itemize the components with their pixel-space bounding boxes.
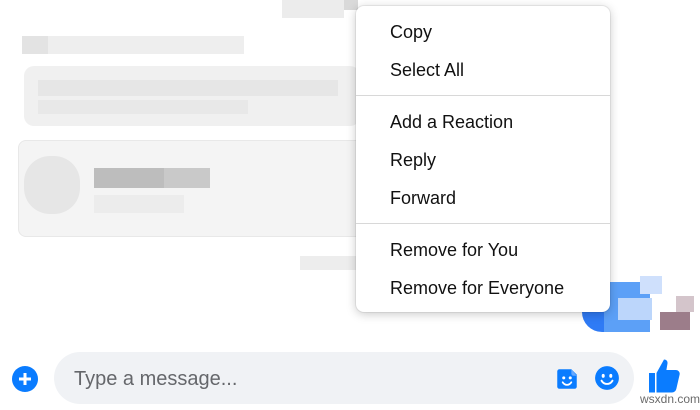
blurred-card-title-detail (94, 168, 164, 188)
blurred-message-bubble (24, 66, 360, 126)
own-message-bubble-blur (618, 298, 652, 320)
plus-circle-icon[interactable] (12, 366, 38, 392)
menu-item-reply[interactable]: Reply (356, 142, 610, 178)
blurred-read-receipt (676, 296, 694, 312)
message-context-menu: Copy Select All Add a Reaction Reply For… (356, 6, 610, 312)
menu-item-copy[interactable]: Copy (356, 14, 610, 50)
thumbs-up-icon[interactable] (646, 356, 682, 396)
watermark-text: wsxdn.com (640, 392, 700, 406)
menu-item-select-all[interactable]: Select All (356, 52, 610, 88)
blurred-sender-name (22, 36, 244, 54)
blurred-card-avatar (24, 156, 80, 214)
blurred-sender-name-detail (22, 36, 48, 54)
blurred-message-text (38, 80, 338, 96)
blurred-card-subtitle (94, 195, 184, 213)
menu-separator (356, 223, 610, 224)
blurred-message-text (38, 100, 248, 114)
emoji-icon[interactable] (594, 365, 620, 391)
menu-item-forward[interactable]: Forward (356, 180, 610, 216)
menu-item-remove-for-you[interactable]: Remove for You (356, 232, 610, 268)
message-input[interactable] (72, 352, 546, 406)
blurred-timestamp (282, 0, 344, 18)
menu-separator (356, 95, 610, 96)
menu-item-add-reaction[interactable]: Add a Reaction (356, 104, 610, 140)
sticker-icon[interactable] (554, 366, 580, 392)
message-composer (54, 352, 634, 406)
menu-item-remove-for-everyone[interactable]: Remove for Everyone (356, 270, 610, 306)
own-message-bubble-blur (640, 276, 662, 294)
blurred-timestamp-detail (344, 0, 358, 10)
blurred-timestamp (300, 256, 360, 270)
blurred-read-receipt (660, 312, 690, 330)
